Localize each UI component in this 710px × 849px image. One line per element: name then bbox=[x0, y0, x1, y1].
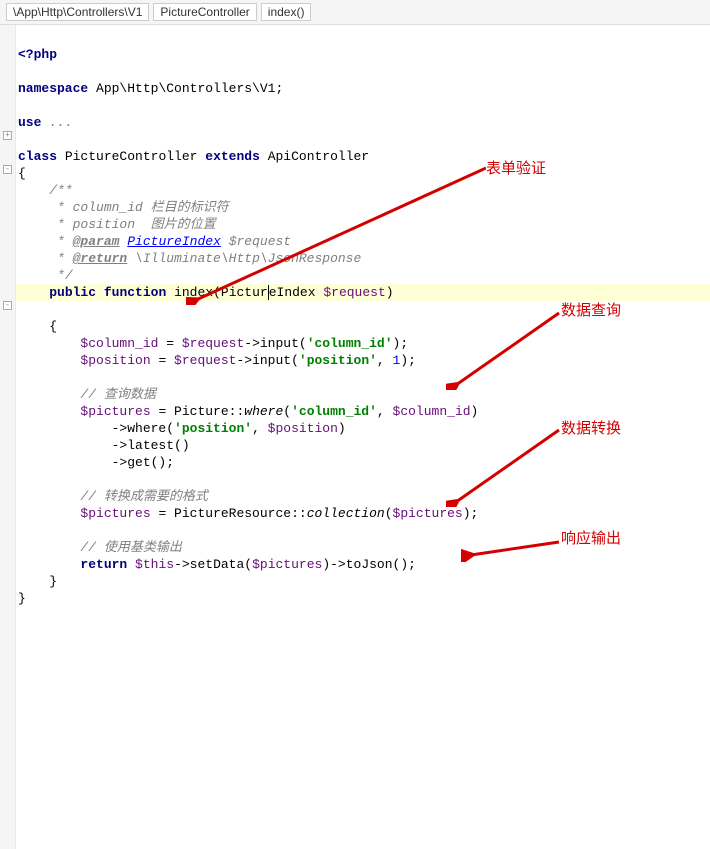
kw-public: public bbox=[49, 285, 96, 300]
use-fold: ... bbox=[49, 115, 72, 130]
doc-position: * position 图片的位置 bbox=[49, 217, 215, 232]
m-input2: input bbox=[252, 353, 291, 368]
var-position2: $position bbox=[268, 421, 338, 436]
com-query: // 查询数据 bbox=[80, 387, 155, 402]
annotation-data-query: 数据查询 bbox=[561, 302, 621, 319]
var-request2: $request bbox=[174, 353, 236, 368]
doc-column: * column_id 栏目的标识符 bbox=[49, 200, 228, 215]
php-open-tag: <?php bbox=[18, 47, 57, 62]
m-collection: collection bbox=[307, 506, 385, 521]
fn-name: index bbox=[174, 285, 213, 300]
var-column: $column_id bbox=[80, 336, 158, 351]
str-position2: 'position' bbox=[174, 421, 252, 436]
kw-return: return bbox=[80, 557, 127, 572]
doc-end: */ bbox=[49, 268, 72, 283]
doc-return-type: \Illuminate\Http\JsonResponse bbox=[135, 251, 361, 266]
arrow-icon bbox=[446, 427, 561, 507]
breadcrumb-path[interactable]: \App\Http\Controllers\V1 bbox=[6, 3, 149, 21]
kw-function: function bbox=[104, 285, 166, 300]
var-column2: $column_id bbox=[393, 404, 471, 419]
doc-param-tag: @param bbox=[73, 234, 120, 249]
var-pictures4: $pictures bbox=[252, 557, 322, 572]
kw-class: class bbox=[18, 149, 57, 164]
parent-class: ApiController bbox=[268, 149, 369, 164]
var-request: $request bbox=[182, 336, 244, 351]
annotation-form-validation: 表单验证 bbox=[486, 160, 546, 177]
breadcrumb: \App\Http\Controllers\V1 PictureControll… bbox=[0, 0, 710, 25]
fold-minus-icon[interactable]: - bbox=[3, 165, 12, 174]
m-input: input bbox=[260, 336, 299, 351]
m-latest: latest bbox=[127, 438, 174, 453]
var-pictures3: $pictures bbox=[393, 506, 463, 521]
kw-extends: extends bbox=[205, 149, 260, 164]
annotation-response-output: 响应输出 bbox=[561, 530, 621, 547]
var-position: $position bbox=[80, 353, 150, 368]
kw-use: use bbox=[18, 115, 41, 130]
kw-namespace: namespace bbox=[18, 81, 88, 96]
m-setdata: setData bbox=[190, 557, 245, 572]
arrow-icon bbox=[446, 310, 561, 390]
doc-param-type[interactable]: PictureIndex bbox=[127, 234, 221, 249]
param-type: PictureIndex bbox=[221, 285, 316, 300]
fold-minus-icon[interactable]: - bbox=[3, 301, 12, 310]
cls-picture: Picture bbox=[174, 404, 229, 419]
var-this: $this bbox=[135, 557, 174, 572]
var-pictures2: $pictures bbox=[80, 506, 150, 521]
namespace-value: App\Http\Controllers\V1; bbox=[96, 81, 283, 96]
str-column: 'column_id' bbox=[307, 336, 393, 351]
doc-param-var: $request bbox=[229, 234, 291, 249]
arrow-icon bbox=[461, 537, 561, 562]
str-position: 'position' bbox=[299, 353, 377, 368]
doc-start: /** bbox=[49, 183, 72, 198]
param-var: $request bbox=[323, 285, 385, 300]
str-column2: 'column_id' bbox=[291, 404, 377, 419]
breadcrumb-class[interactable]: PictureController bbox=[153, 3, 256, 21]
m-tojson: toJson bbox=[346, 557, 393, 572]
class-name: PictureController bbox=[65, 149, 198, 164]
gutter: + - - bbox=[0, 25, 16, 849]
var-pictures: $pictures bbox=[80, 404, 150, 419]
m-where2: where bbox=[127, 421, 166, 436]
com-transform: // 转换成需要的格式 bbox=[80, 489, 207, 504]
m-get: get bbox=[127, 455, 150, 470]
breadcrumb-method[interactable]: index() bbox=[261, 3, 312, 21]
code-editor[interactable]: + - - <?php namespace App\Http\Controlle… bbox=[0, 25, 710, 849]
code-area[interactable]: <?php namespace App\Http\Controllers\V1;… bbox=[16, 25, 710, 849]
doc-return-tag: @return bbox=[73, 251, 128, 266]
fold-plus-icon[interactable]: + bbox=[3, 131, 12, 140]
annotation-data-transform: 数据转换 bbox=[561, 420, 621, 437]
num-one: 1 bbox=[393, 353, 401, 368]
cls-resource: PictureResource bbox=[174, 506, 291, 521]
com-output: // 使用基类输出 bbox=[80, 540, 181, 555]
m-where: where bbox=[244, 404, 283, 419]
